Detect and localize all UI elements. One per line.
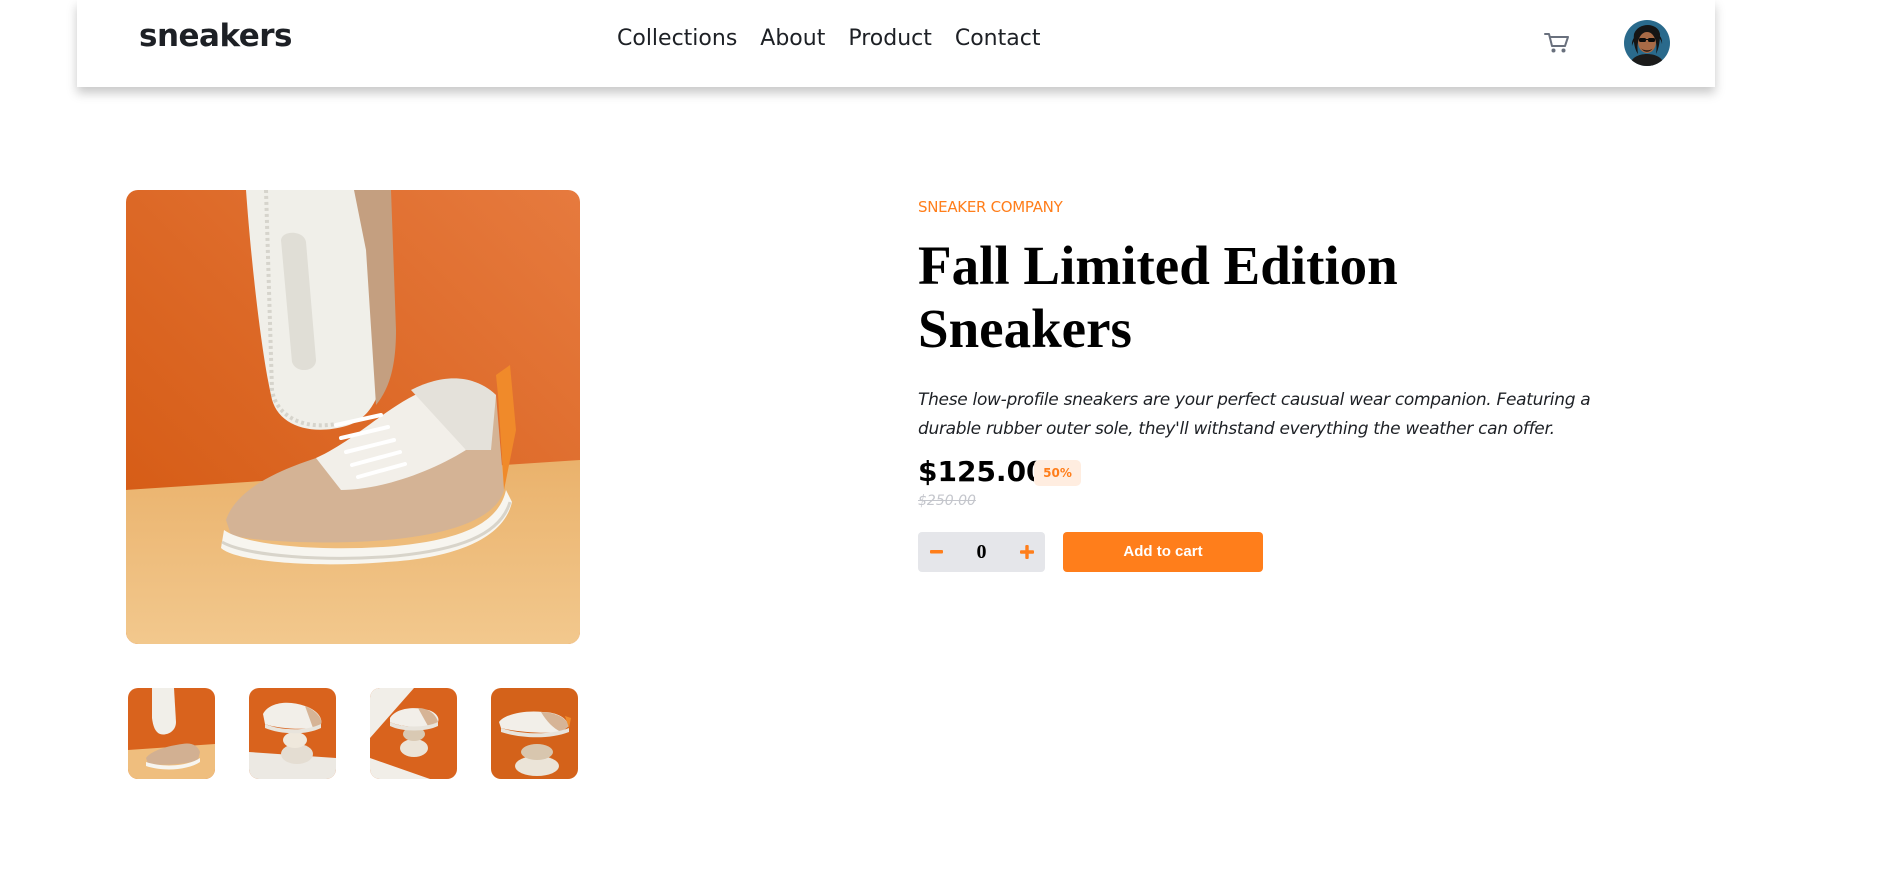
original-price: $250.00: [918, 493, 976, 509]
product-title: Fall Limited Edition Sneakers: [918, 235, 1398, 359]
main-nav: Collections About Product Contact: [617, 26, 1040, 51]
quantity-value: 0: [976, 541, 987, 563]
company-name: SNEAKER COMPANY: [918, 198, 1063, 216]
quantity-stepper: 0: [918, 532, 1045, 572]
increase-quantity-button[interactable]: [1009, 532, 1045, 572]
nav-collections[interactable]: Collections: [617, 26, 737, 51]
nav-about[interactable]: About: [760, 26, 825, 51]
logo[interactable]: sneakers: [139, 18, 293, 54]
thumbnail-2[interactable]: [249, 688, 336, 779]
site-header: sneakers Collections About Product Conta…: [77, 0, 1715, 87]
cart-icon[interactable]: [1543, 30, 1571, 56]
add-to-cart-button[interactable]: Add to cart: [1063, 532, 1263, 572]
minus-icon: [929, 550, 943, 554]
thumbnail-3[interactable]: [370, 688, 457, 779]
discount-badge: 50%: [1034, 460, 1081, 486]
avatar[interactable]: [1624, 20, 1670, 66]
decrease-quantity-button[interactable]: [918, 532, 954, 572]
nav-product[interactable]: Product: [848, 26, 932, 51]
thumbnail-1[interactable]: [128, 688, 215, 779]
current-price: $125.00: [918, 455, 1046, 488]
product-main-image[interactable]: [126, 190, 580, 644]
nav-contact[interactable]: Contact: [955, 26, 1041, 51]
thumbnail-4[interactable]: [491, 688, 578, 779]
product-description: These low-profile sneakers are your perf…: [918, 390, 1591, 439]
plus-icon: [1020, 545, 1034, 559]
